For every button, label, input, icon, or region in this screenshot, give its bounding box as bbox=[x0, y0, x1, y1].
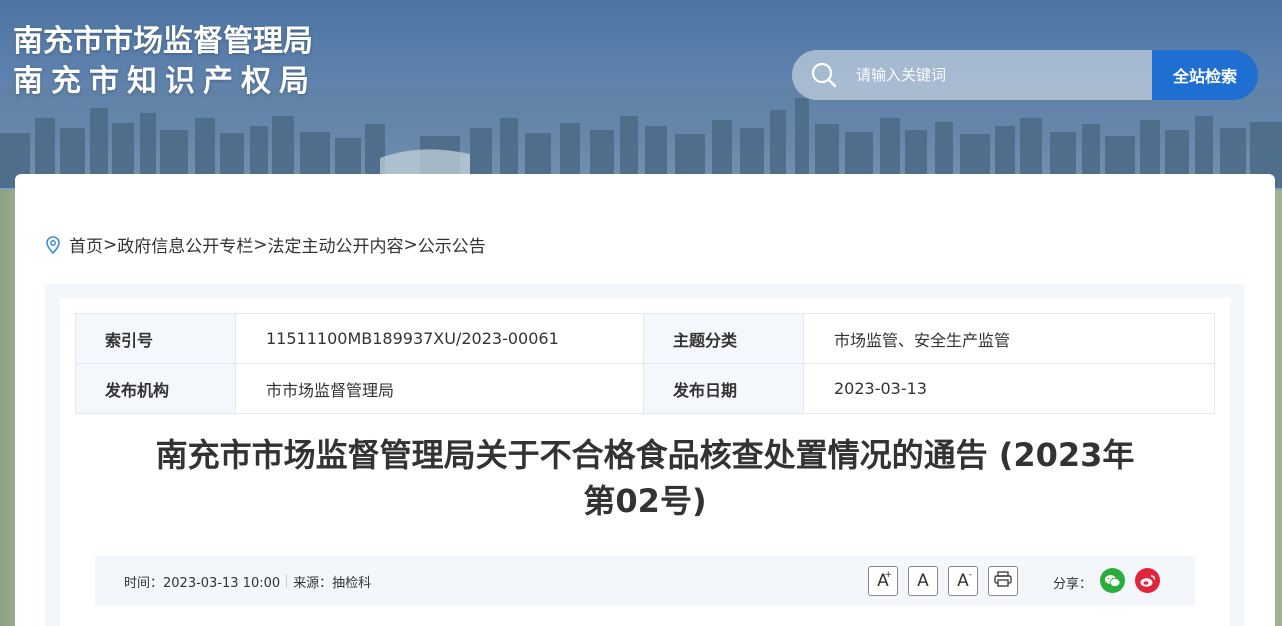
article-title: 南充市市场监督管理局关于不合格食品核查处置情况的通告 (2023年 第02号) bbox=[75, 432, 1215, 524]
publish-time: 时间：2023-03-13 10:00 bbox=[124, 575, 281, 591]
weibo-share-icon[interactable] bbox=[1135, 568, 1160, 593]
index-number-value: 11511100MB189937XU/2023-00061 bbox=[235, 313, 644, 364]
minus-icon: - bbox=[968, 570, 972, 580]
metadata-table: 索引号 11511100MB189937XU/2023-00061 主题分类 市… bbox=[75, 313, 1215, 414]
article-title-line1: 南充市市场监督管理局关于不合格食品核查处置情况的通告 (2023年 bbox=[155, 436, 1135, 474]
breadcrumb-separator: > bbox=[253, 234, 268, 255]
breadcrumb-separator: > bbox=[103, 234, 118, 255]
breadcrumb-statutory-content[interactable]: 法定主动公开内容 bbox=[268, 232, 404, 257]
category-value: 市场监管、安全生产监管 bbox=[803, 313, 1215, 364]
index-number-label: 索引号 bbox=[75, 313, 236, 364]
breadcrumb-home[interactable]: 首页 bbox=[69, 232, 103, 257]
publisher-value: 市市场监督管理局 bbox=[235, 363, 644, 414]
article-info-bar: 时间：2023-03-13 10:00 来源：抽检科 A + A A- 分享： bbox=[95, 556, 1195, 606]
breadcrumb-announcements[interactable]: 公示公告 bbox=[418, 232, 486, 257]
site-search: 全站检索 bbox=[792, 50, 1258, 100]
font-size-tools: A + A A- bbox=[868, 566, 1028, 596]
font-smaller-icon: A bbox=[957, 571, 969, 591]
site-search-button[interactable]: 全站检索 bbox=[1152, 50, 1258, 100]
wechat-share-icon[interactable] bbox=[1100, 568, 1125, 593]
article-source: 来源：抽检科 bbox=[293, 575, 372, 591]
publish-date-label: 发布日期 bbox=[643, 363, 804, 414]
site-logo[interactable]: 南充市市场监督管理局 南充市知识产权局 bbox=[13, 24, 317, 102]
font-normal-button[interactable]: A bbox=[908, 566, 938, 596]
share-label: 分享： bbox=[1053, 577, 1093, 592]
breadcrumb-separator: > bbox=[403, 234, 418, 255]
city-skyline-image bbox=[0, 88, 1282, 188]
publish-date-value: 2023-03-13 bbox=[803, 363, 1215, 414]
search-icon bbox=[810, 61, 838, 89]
publisher-label: 发布机构 bbox=[75, 363, 236, 414]
location-pin-icon bbox=[45, 235, 61, 254]
font-larger-button[interactable]: A + bbox=[868, 566, 898, 596]
breadcrumb-gov-info[interactable]: 政府信息公开专栏 bbox=[117, 232, 253, 257]
table-row: 发布机构 市市场监督管理局 发布日期 2023-03-13 bbox=[75, 363, 1215, 414]
breadcrumb: 首页 > 政府信息公开专栏 > 法定主动公开内容 > 公示公告 bbox=[45, 232, 486, 257]
font-smaller-button[interactable]: A- bbox=[948, 566, 978, 596]
logo-title-secondary: 南充市知识产权局 bbox=[13, 64, 317, 99]
search-input[interactable] bbox=[856, 66, 1136, 84]
printer-icon bbox=[994, 570, 1012, 592]
table-row: 索引号 11511100MB189937XU/2023-00061 主题分类 市… bbox=[75, 313, 1215, 364]
search-box bbox=[792, 50, 1152, 100]
content-card: 首页 > 政府信息公开专栏 > 法定主动公开内容 > 公示公告 索引号 1151… bbox=[15, 174, 1275, 626]
article-title-line2: 第02号) bbox=[583, 482, 707, 520]
plus-icon: + bbox=[884, 570, 892, 580]
font-normal-icon: A bbox=[917, 571, 929, 591]
print-button[interactable] bbox=[988, 566, 1018, 596]
divider bbox=[286, 574, 288, 588]
category-label: 主题分类 bbox=[643, 313, 804, 364]
logo-title-primary: 南充市市场监督管理局 bbox=[13, 24, 313, 59]
